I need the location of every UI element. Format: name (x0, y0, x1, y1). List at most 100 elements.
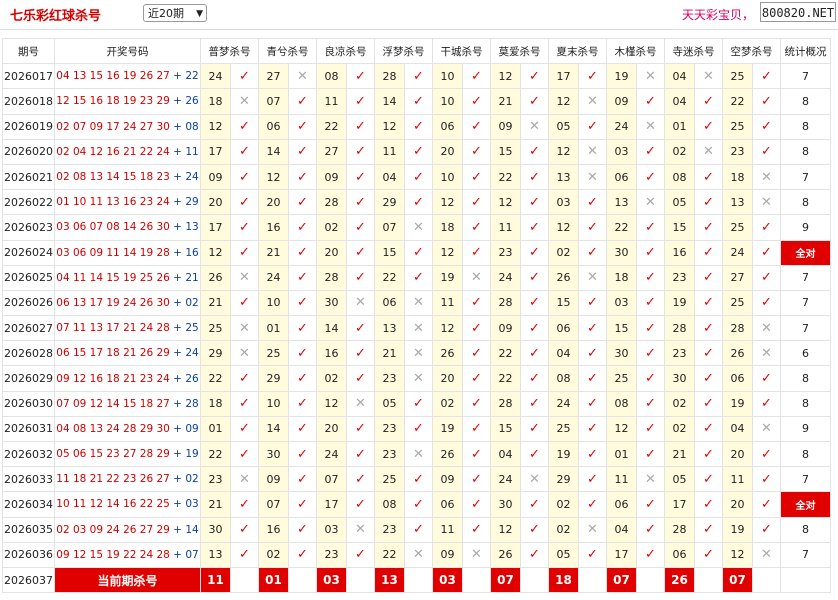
kill-number: 19 (432, 264, 463, 291)
red-balls: 07 11 13 17 21 24 28 (56, 322, 170, 335)
plus-sign: + (169, 171, 186, 184)
draw-numbers: 09 12 16 18 21 23 24 + 26 (54, 365, 201, 392)
check-icon: ✓ (520, 189, 549, 216)
blank-cell (520, 566, 549, 594)
kill-number: 12 (548, 138, 579, 165)
check-icon: ✓ (520, 63, 549, 90)
table-row: 2026024 03 06 09 11 14 19 28 + 16 12 ✓ 21 ✓ 20… (2, 239, 831, 266)
kill-number: 15 (374, 239, 405, 266)
kill-number: 28 (664, 315, 695, 342)
kill-number: 12 (490, 63, 521, 90)
kill-number: 14 (316, 315, 347, 342)
check-icon: ✓ (404, 113, 433, 140)
kill-number: 18 (722, 163, 753, 191)
check-icon: ✓ (462, 214, 491, 241)
issue-number: 2026033 (2, 466, 55, 493)
kill-number: 22 (316, 113, 347, 140)
table-row: 2026026 06 13 17 19 24 26 30 + 02 21 ✓ 10 ✓ 30… (2, 289, 831, 317)
kill-number: 17 (606, 541, 637, 568)
kill-number: 25 (548, 415, 579, 443)
plus-sign: + (169, 95, 186, 108)
check-icon: ✓ (636, 440, 665, 468)
red-balls: 12 15 16 18 19 23 29 (56, 95, 170, 108)
check-icon: ✓ (462, 189, 491, 216)
kill-number: 09 (490, 113, 521, 140)
red-balls: 06 15 17 18 21 26 29 (56, 347, 170, 360)
top-bar: 七乐彩红球杀号 近20期 ▼ 天天彩宝贝， 800820.NET (0, 0, 838, 30)
check-icon: ✓ (462, 88, 491, 115)
special-ball: 24 (185, 171, 199, 184)
issue-number: 2026035 (2, 516, 55, 543)
kill-number: 10 (258, 289, 289, 317)
issue-number: 2026022 (2, 189, 55, 216)
red-balls: 04 08 13 24 28 29 30 (56, 422, 170, 435)
plus-sign: + (169, 523, 186, 536)
kill-number: 18 (432, 214, 463, 241)
draw-numbers: 02 04 12 16 21 22 24 + 11 (54, 138, 201, 165)
issue-number: 2026020 (2, 138, 55, 165)
current-period-row: 2026037 当前期杀号 11 01 03 13 03 07 18 07 26 07 (2, 566, 831, 594)
draw-numbers: 10 11 12 14 16 22 25 + 03 (54, 491, 201, 518)
kill-number: 09 (490, 315, 521, 342)
special-ball: 11 (185, 145, 199, 158)
kill-number: 01 (258, 315, 289, 342)
table-row: 2026031 04 08 13 24 28 29 30 + 09 01 ✓ 14 ✓ 20… (2, 415, 831, 443)
plus-sign: + (169, 145, 186, 158)
table-row: 2026030 07 09 12 14 15 18 27 + 28 18 ✓ 10 ✓ 12… (2, 390, 831, 417)
kill-number: 16 (664, 239, 695, 266)
cross-icon: ✕ (752, 415, 781, 443)
check-icon: ✓ (404, 189, 433, 216)
check-icon: ✓ (694, 340, 723, 367)
kill-number: 04 (374, 163, 405, 191)
stat-summary: 7 (780, 63, 831, 90)
kill-number: 12 (432, 189, 463, 216)
check-icon: ✓ (520, 163, 549, 191)
cross-icon: ✕ (578, 138, 607, 165)
kill-number: 28 (316, 264, 347, 291)
check-icon: ✓ (752, 239, 781, 266)
site-link[interactable]: 800820.NET (760, 2, 836, 22)
check-icon: ✓ (288, 214, 317, 241)
stat-summary: 7 (780, 264, 831, 291)
kill-number: 06 (432, 491, 463, 518)
check-icon: ✓ (752, 289, 781, 317)
plus-sign: + (169, 548, 186, 561)
special-ball: 25 (185, 322, 199, 335)
kill-number: 16 (258, 516, 289, 543)
check-icon: ✓ (346, 365, 375, 392)
check-icon: ✓ (346, 466, 375, 493)
period-select[interactable]: 近20期 ▼ (143, 4, 207, 22)
check-icon: ✓ (288, 466, 317, 493)
check-icon: ✓ (288, 138, 317, 165)
kill-number: 02 (664, 415, 695, 443)
check-icon: ✓ (694, 239, 723, 266)
issue-number: 2026021 (2, 163, 55, 191)
check-icon: ✓ (404, 516, 433, 543)
check-icon: ✓ (462, 113, 491, 140)
table-row: 2026020 02 04 12 16 21 22 24 + 11 17 ✓ 14 ✓ 27… (2, 138, 831, 165)
kill-number: 16 (258, 214, 289, 241)
check-icon: ✓ (346, 440, 375, 468)
check-icon: ✓ (694, 113, 723, 140)
draw-numbers: 02 03 09 24 26 27 29 + 14 (54, 516, 201, 543)
check-icon: ✓ (694, 315, 723, 342)
column-header: 空梦杀号 (722, 37, 781, 65)
check-icon: ✓ (520, 138, 549, 165)
check-icon: ✓ (752, 63, 781, 90)
kill-number: 30 (490, 491, 521, 518)
check-icon: ✓ (288, 289, 317, 317)
check-icon: ✓ (288, 239, 317, 266)
plus-sign: + (169, 322, 186, 335)
issue-number: 2026024 (2, 239, 55, 266)
kill-number: 07 (374, 214, 405, 241)
issue-number: 2026019 (2, 113, 55, 140)
table-row: 2026018 12 15 16 18 19 23 29 + 26 18 ✕ 07 ✓ 11… (2, 88, 831, 115)
kill-number: 12 (374, 113, 405, 140)
cross-icon: ✕ (752, 541, 781, 568)
plus-sign: + (169, 196, 186, 209)
kill-number: 12 (548, 214, 579, 241)
kill-number: 23 (722, 138, 753, 165)
kill-number: 21 (200, 491, 231, 518)
check-icon: ✓ (462, 365, 491, 392)
kill-number: 19 (664, 289, 695, 317)
